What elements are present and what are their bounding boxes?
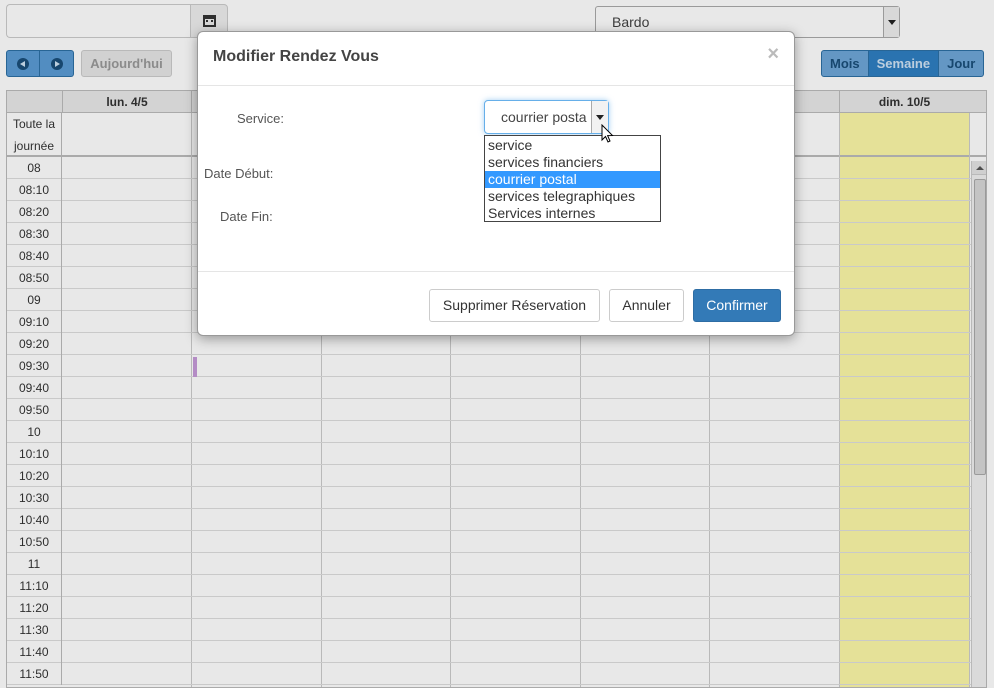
mouse-cursor-icon	[601, 124, 614, 143]
cancel-button[interactable]: Annuler	[609, 289, 684, 322]
modal-footer: Supprimer Réservation Annuler Confirmer	[198, 271, 794, 337]
close-icon[interactable]: ×	[767, 44, 779, 64]
confirm-button[interactable]: Confirmer	[693, 289, 781, 322]
service-option[interactable]: services financiers	[485, 154, 660, 171]
modal-title: Modifier Rendez Vous	[213, 48, 379, 65]
service-label: Service:	[237, 111, 284, 126]
service-select[interactable]: courrier postal	[484, 100, 609, 134]
date-debut-label: Date Début:	[204, 166, 274, 181]
service-option[interactable]: services telegraphiques	[485, 188, 660, 205]
date-fin-label: Date Fin:	[220, 209, 273, 224]
service-option-selected[interactable]: courrier postal	[485, 171, 660, 188]
modal-header: Modifier Rendez Vous ×	[198, 32, 794, 86]
service-select-value: courrier postal	[501, 109, 587, 125]
service-dropdown: service services financiers courrier pos…	[484, 135, 661, 222]
service-option[interactable]: service	[485, 137, 660, 154]
edit-appointment-modal: Modifier Rendez Vous × Service: Date Déb…	[197, 31, 795, 336]
delete-reservation-button[interactable]: Supprimer Réservation	[429, 289, 600, 322]
service-option[interactable]: Services internes	[485, 205, 660, 222]
